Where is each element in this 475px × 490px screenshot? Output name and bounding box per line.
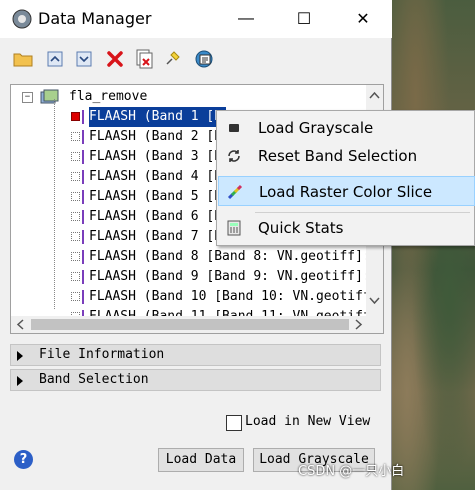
band-label: FLAASH (Band 5 [B	[89, 189, 223, 204]
band-label: FLAASH (Band 2 [B	[89, 129, 223, 144]
band-checkbox[interactable]	[71, 292, 80, 301]
move-up-icon[interactable]	[44, 48, 66, 70]
band-label: FLAASH (Band 6 [B	[89, 209, 223, 224]
band-label: FLAASH (Band 1 [B	[89, 107, 227, 127]
watermark-text: CSDN @一只小白	[298, 464, 405, 479]
scroll-up-icon[interactable]	[369, 91, 380, 99]
band-color-bar	[82, 270, 84, 284]
pin-icon[interactable]	[161, 48, 183, 70]
menu-item-load-raster-color-slice[interactable]: Load Raster Color Slice	[218, 176, 475, 206]
calculator-icon	[227, 220, 241, 236]
open-folder-icon[interactable]	[12, 48, 34, 70]
band-row-8[interactable]: FLAASH (Band 8 [Band 8: VN.geotiff]:	[11, 247, 371, 267]
scroll-left-icon[interactable]	[16, 319, 24, 330]
band-label: FLAASH (Band 10 [Band 10: VN.geotiff	[89, 289, 371, 304]
reset-icon	[228, 150, 240, 162]
help-icon[interactable]: ?	[14, 450, 33, 469]
minimize-button[interactable]: —	[217, 0, 275, 38]
context-menu: Load Grayscale Reset Band Selection Load…	[216, 110, 475, 246]
maximize-button[interactable]: ☐	[275, 0, 333, 38]
app-icon	[12, 9, 32, 29]
band-row-9[interactable]: FLAASH (Band 9 [Band 9: VN.geotiff]:	[11, 267, 371, 287]
band-checkbox[interactable]	[71, 252, 80, 261]
band-label: FLAASH (Band 3 [B	[89, 149, 223, 164]
menu-item-quick-stats[interactable]: Quick Stats	[218, 213, 475, 243]
toolbar	[0, 44, 392, 76]
band-color-bar	[82, 210, 84, 224]
close-file-icon[interactable]	[133, 48, 155, 70]
band-color-bar	[82, 170, 84, 184]
title-bar: Data Manager — ☐ ✕	[0, 0, 392, 38]
band-color-bar	[82, 250, 84, 264]
band-color-bar	[82, 150, 84, 164]
menu-item-load-grayscale[interactable]: Load Grayscale	[218, 113, 475, 143]
band-checkbox[interactable]	[71, 192, 80, 201]
horizontal-scroll-thumb[interactable]	[31, 319, 349, 330]
section-label: File Information	[39, 347, 165, 362]
band-checkbox[interactable]	[71, 112, 80, 121]
move-down-icon[interactable]	[73, 48, 95, 70]
expand-triangle-icon[interactable]	[17, 376, 23, 386]
load-new-view-label: Load in New View	[245, 414, 371, 429]
band-label: FLAASH (Band 4 [B	[89, 169, 223, 184]
menu-item-label: Load Raster Color Slice	[259, 183, 433, 201]
band-checkbox[interactable]	[71, 132, 80, 141]
menu-item-reset-band-selection[interactable]: Reset Band Selection	[218, 141, 475, 171]
band-checkbox[interactable]	[71, 272, 80, 281]
band-color-bar	[82, 110, 84, 124]
band-checkbox[interactable]	[71, 172, 80, 181]
band-label: FLAASH (Band 9 [Band 9: VN.geotiff]:	[89, 269, 371, 284]
band-color-bar	[82, 130, 84, 144]
load-new-view-checkbox[interactable]	[226, 415, 242, 431]
file-information-section[interactable]: File Information	[10, 344, 381, 366]
band-checkbox[interactable]	[71, 232, 80, 241]
band-color-bar	[82, 190, 84, 204]
scroll-down-icon[interactable]	[369, 297, 380, 305]
root-label: fla_remove	[69, 89, 148, 104]
collapse-toggle[interactable]: −	[22, 92, 33, 103]
band-checkbox[interactable]	[71, 152, 80, 161]
load-data-button[interactable]: Load Data	[158, 448, 244, 472]
section-label: Band Selection	[39, 372, 149, 387]
expand-triangle-icon[interactable]	[17, 351, 23, 361]
band-checkbox[interactable]	[71, 212, 80, 221]
menu-item-label: Reset Band Selection	[258, 147, 418, 165]
menu-item-label: Quick Stats	[258, 219, 344, 237]
menu-item-label: Load Grayscale	[258, 119, 374, 137]
band-selection-section[interactable]: Band Selection	[10, 369, 381, 391]
band-label: FLAASH (Band 7 [B	[89, 229, 223, 244]
band-row-10[interactable]: FLAASH (Band 10 [Band 10: VN.geotiff	[11, 287, 371, 307]
band-label: FLAASH (Band 8 [Band 8: VN.geotiff]:	[89, 249, 371, 264]
band-color-bar	[82, 290, 84, 304]
horizontal-scrollbar[interactable]	[11, 316, 383, 333]
remove-icon[interactable]	[104, 48, 126, 70]
scroll-right-icon[interactable]	[355, 319, 363, 330]
close-button[interactable]: ✕	[334, 0, 392, 38]
layer-manager-icon[interactable]	[193, 48, 215, 70]
color-slice-icon	[227, 184, 243, 200]
tree-root-row[interactable]: − fla_remove	[11, 87, 371, 107]
grayscale-icon	[229, 124, 239, 132]
window-title: Data Manager	[38, 9, 152, 28]
raster-file-icon	[40, 89, 59, 104]
band-color-bar	[82, 230, 84, 244]
